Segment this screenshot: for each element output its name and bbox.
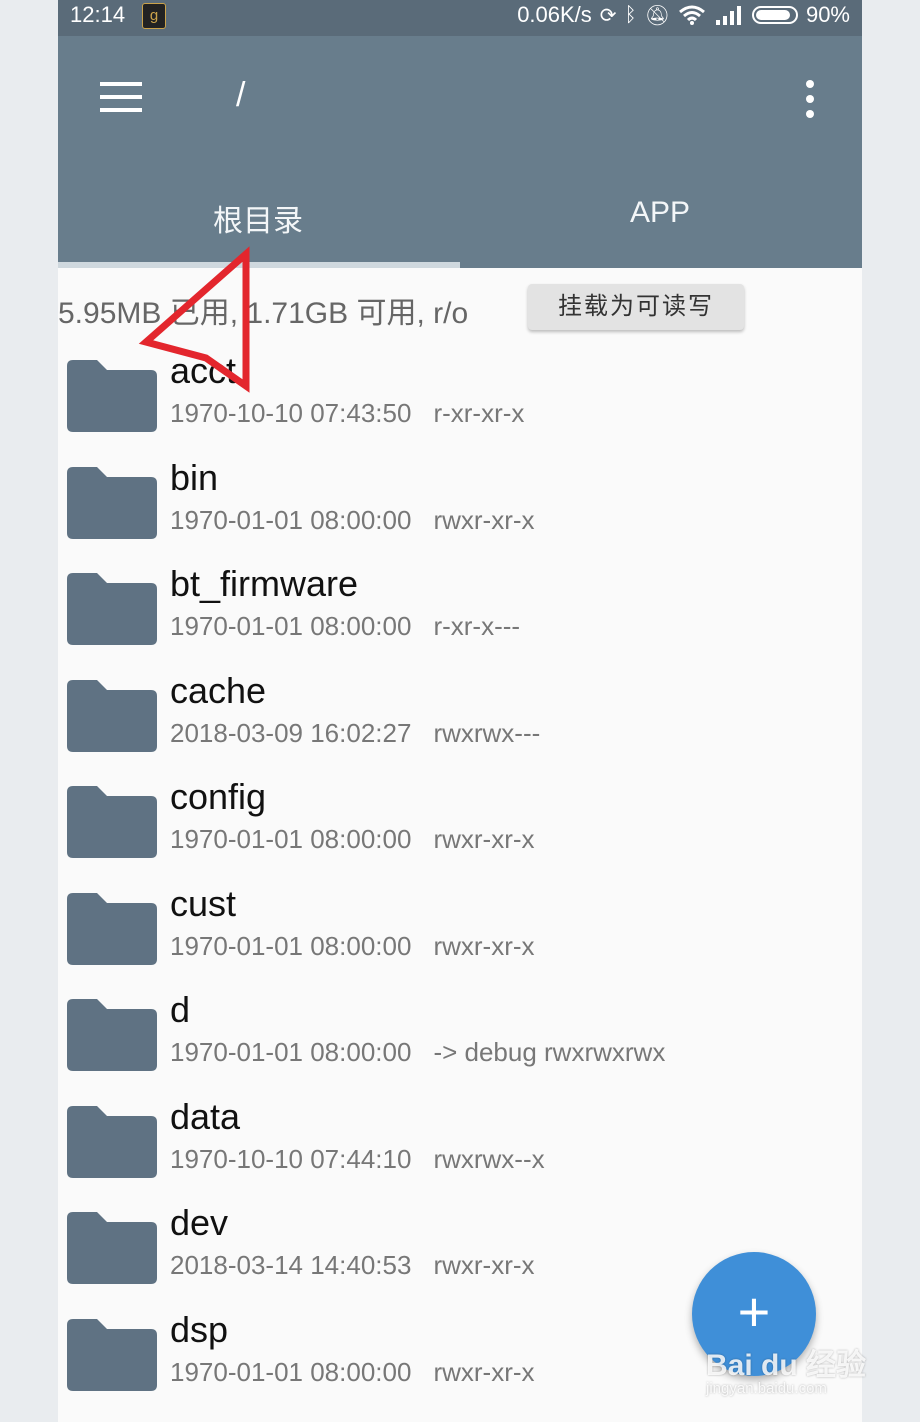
status-bar: 12:14 g 0.06K/s ⟳ ᛒ 🔕︎ 90% bbox=[58, 0, 862, 36]
file-meta: 1970-01-01 08:00:00 r-xr-x--- bbox=[170, 611, 520, 642]
file-row[interactable]: acct 1970-10-10 07:43:50 r-xr-xr-x bbox=[58, 342, 862, 449]
file-date: 1970-01-01 08:00:00 bbox=[170, 824, 412, 854]
folder-icon bbox=[67, 1212, 157, 1284]
file-name: dsp bbox=[170, 1308, 229, 1350]
file-permissions: rwxr-xr-x bbox=[433, 824, 535, 854]
sync-icon: ⟳ bbox=[599, 4, 617, 27]
file-permissions: rwxrwx--x bbox=[433, 1143, 545, 1174]
file-name: acct bbox=[170, 350, 237, 391]
status-right-group: 0.06K/s ⟳ ᛒ 🔕︎ 90% bbox=[517, 2, 850, 28]
more-vert-icon[interactable] bbox=[804, 80, 816, 118]
baidu-watermark: Bai du 经验 bbox=[706, 1349, 867, 1382]
folder-icon bbox=[67, 1318, 157, 1391]
storage-usage-text: 5.95MB 已用, 1.71GB 可用, r/o bbox=[58, 297, 469, 330]
file-meta: 1970-01-01 08:00:00 rwxr-xr-x bbox=[170, 505, 535, 536]
bluetooth-icon: ᛒ bbox=[624, 3, 637, 26]
file-date: 2018-03-14 14:40:53 bbox=[170, 1250, 412, 1280]
file-row[interactable]: d 1970-01-01 08:00:00 -> debug rwxrwxrwx bbox=[58, 981, 862, 1088]
folder-icon bbox=[67, 786, 157, 858]
file-date: 1970-01-01 08:00:00 bbox=[170, 611, 412, 641]
signal-icon bbox=[715, 6, 741, 25]
tab-root-directory[interactable]: 根目录 bbox=[58, 196, 458, 240]
file-meta: 1970-01-01 08:00:00 rwxr-xr-x bbox=[170, 824, 535, 855]
battery-icon bbox=[751, 6, 798, 24]
file-meta: 1970-01-01 08:00:00 -> debug rwxrwxrwx bbox=[170, 1037, 665, 1068]
folder-icon bbox=[67, 999, 157, 1071]
file-list: acct 1970-10-10 07:43:50 r-xr-xr-x bin 1970-… bbox=[58, 342, 862, 1407]
file-meta: 1970-10-10 07:44:10 rwxrwx--x bbox=[170, 1144, 545, 1175]
file-name: cache bbox=[170, 669, 267, 711]
file-name: dev bbox=[170, 1202, 229, 1243]
app-bar: / 根目录 APP bbox=[58, 36, 862, 268]
file-date: 2018-03-09 16:02:27 bbox=[170, 717, 412, 748]
file-row[interactable]: config 1970-01-01 08:00:00 rwxr-xr-x bbox=[58, 768, 862, 875]
battery-percent: 90% bbox=[805, 2, 850, 27]
file-permissions: rwxr-xr-x bbox=[433, 930, 535, 961]
storage-info-row: 5.95MB 已用, 1.71GB 可用, r/o 挂载为可读写 bbox=[58, 278, 862, 334]
net-speed: 0.06K/s bbox=[517, 2, 592, 27]
file-date: 1970-10-10 07:43:50 bbox=[170, 398, 412, 428]
file-meta: 2018-03-09 16:02:27 rwxrwx--- bbox=[170, 718, 540, 749]
file-name: d bbox=[170, 989, 191, 1030]
folder-icon bbox=[67, 466, 157, 539]
file-meta: 1970-01-01 08:00:00 rwxr-xr-x bbox=[170, 931, 535, 962]
current-path: / bbox=[236, 76, 246, 114]
file-date: 1970-01-01 08:00:00 bbox=[170, 1037, 412, 1067]
file-row[interactable]: bt_firmware 1970-01-01 08:00:00 r-xr-x--- bbox=[58, 555, 862, 662]
folder-icon bbox=[67, 573, 157, 645]
file-date: 1970-01-01 08:00:00 bbox=[170, 504, 412, 535]
tab-app[interactable]: APP bbox=[460, 196, 860, 230]
file-row[interactable]: data 1970-10-10 07:44:10 rwxrwx--x bbox=[58, 1088, 862, 1195]
folder-icon bbox=[67, 360, 157, 432]
file-name: cust bbox=[170, 882, 237, 924]
file-permissions: r-xr-xr-x bbox=[433, 398, 525, 428]
file-row[interactable]: bin 1970-01-01 08:00:00 rwxr-xr-x bbox=[58, 449, 862, 556]
file-name: bin bbox=[170, 456, 219, 498]
file-permissions: rwxr-xr-x bbox=[433, 1250, 535, 1280]
status-time: 12:14 bbox=[70, 2, 126, 27]
file-permissions: rwxrwx--- bbox=[433, 717, 541, 748]
file-date: 1970-01-01 08:00:00 bbox=[170, 1356, 412, 1387]
mute-icon: 🔕︎ bbox=[644, 4, 670, 27]
folder-icon bbox=[67, 892, 157, 965]
wifi-icon bbox=[678, 5, 705, 25]
file-row[interactable]: cache 2018-03-09 16:02:27 rwxrwx--- bbox=[58, 662, 862, 769]
app-notification-icon: g bbox=[142, 3, 166, 29]
file-permissions: r-xr-x--- bbox=[433, 611, 521, 641]
file-meta: 1970-10-10 07:43:50 r-xr-xr-x bbox=[170, 398, 524, 429]
file-date: 1970-10-10 07:44:10 bbox=[170, 1143, 412, 1174]
file-meta: 2018-03-14 14:40:53 rwxr-xr-x bbox=[170, 1250, 535, 1281]
folder-icon bbox=[67, 679, 157, 752]
file-date: 1970-01-01 08:00:00 bbox=[170, 930, 412, 961]
file-permissions: rwxr-xr-x bbox=[433, 504, 535, 535]
folder-icon bbox=[67, 1105, 157, 1178]
file-meta: 1970-01-01 08:00:00 rwxr-xr-x bbox=[170, 1357, 535, 1388]
file-name: config bbox=[170, 776, 267, 817]
baidu-watermark-url: jingyan.baidu.com bbox=[706, 1380, 827, 1397]
file-permissions: -> debug rwxrwxrwx bbox=[433, 1037, 666, 1067]
file-manager-screen: 12:14 g 0.06K/s ⟳ ᛒ 🔕︎ 90% / 根目录 APP 5.9… bbox=[58, 0, 862, 1422]
file-name: data bbox=[170, 1095, 241, 1137]
mount-read-write-button[interactable]: 挂载为可读写 bbox=[528, 284, 744, 330]
file-row[interactable]: cust 1970-01-01 08:00:00 rwxr-xr-x bbox=[58, 875, 862, 982]
hamburger-menu-icon[interactable] bbox=[100, 82, 142, 114]
file-permissions: rwxr-xr-x bbox=[433, 1356, 535, 1387]
file-name: bt_firmware bbox=[170, 563, 359, 604]
tab-selected-indicator bbox=[58, 262, 460, 268]
